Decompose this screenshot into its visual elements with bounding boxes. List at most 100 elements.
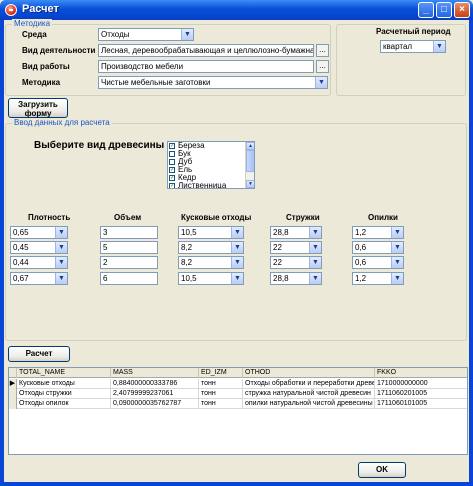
table-cell[interactable]: 0,0900000035762787 xyxy=(111,399,199,409)
header-total-name[interactable]: TOTAL_NAME xyxy=(17,368,111,378)
row-header[interactable] xyxy=(9,399,17,409)
checkbox-checked-icon[interactable]: ✓ xyxy=(169,167,175,173)
chevron-down-icon[interactable]: ▼ xyxy=(391,242,403,253)
table-cell[interactable]: Отходы стружки xyxy=(17,389,111,399)
sreda-label: Среда xyxy=(22,30,47,39)
sawdust-combo[interactable]: 0,6 ▼ xyxy=(352,241,404,254)
close-button[interactable]: × xyxy=(454,2,470,18)
chevron-down-icon[interactable]: ▼ xyxy=(55,227,67,238)
volume-input[interactable]: 2 xyxy=(100,256,158,269)
work-browse-button[interactable]: ... xyxy=(316,60,329,73)
chevron-down-icon[interactable]: ▼ xyxy=(231,227,243,238)
chevron-down-icon[interactable]: ▼ xyxy=(309,273,321,284)
period-combo[interactable]: квартал ▼ xyxy=(380,40,446,53)
chevron-down-icon[interactable]: ▼ xyxy=(55,273,67,284)
chevron-down-icon[interactable]: ▼ xyxy=(231,257,243,268)
volume-input[interactable]: 6 xyxy=(100,272,158,285)
chevron-down-icon[interactable]: ▼ xyxy=(181,29,193,40)
header-fkko[interactable]: FKKO xyxy=(375,368,467,378)
table-row[interactable]: Отходы опилок 0,0900000035762787 тонн опилк… xyxy=(9,399,467,409)
chevron-down-icon[interactable]: ▼ xyxy=(231,273,243,284)
density-value: 0,45 xyxy=(13,243,29,252)
chevron-down-icon[interactable]: ▼ xyxy=(315,77,327,88)
shavings-combo[interactable]: 22 ▼ xyxy=(270,241,322,254)
sreda-combo[interactable]: Отходы ▼ xyxy=(98,28,194,41)
checkbox-icon[interactable] xyxy=(169,159,175,165)
chevron-down-icon[interactable]: ▼ xyxy=(309,257,321,268)
activity-browse-button[interactable]: ... xyxy=(316,44,329,57)
table-cell[interactable]: 1711060101005 xyxy=(375,399,467,409)
table-cell[interactable]: стружка натуральной чистой древесин xyxy=(243,389,375,399)
calc-button[interactable]: Расчет xyxy=(8,346,70,362)
table-cell[interactable]: тонн xyxy=(199,389,243,399)
ok-button[interactable]: OK xyxy=(358,462,406,478)
checkbox-checked-icon[interactable]: ✓ xyxy=(169,183,175,188)
volume-input[interactable]: 5 xyxy=(100,241,158,254)
scroll-thumb[interactable] xyxy=(246,150,254,172)
activity-field[interactable]: Лесная, деревообрабатывающая и целлюлозн… xyxy=(98,44,314,57)
wood-item[interactable]: ✓ Лиственница xyxy=(168,182,254,188)
title-bar[interactable]: Расчет _ □ × xyxy=(0,0,473,20)
shavings-combo[interactable]: 28,8 ▼ xyxy=(270,226,322,239)
minimize-button[interactable]: _ xyxy=(418,2,434,18)
pieces-combo[interactable]: 10,5 ▼ xyxy=(178,226,244,239)
table-cell[interactable]: Отходы обработки и переработки древе xyxy=(243,379,375,389)
table-cell[interactable]: 1710000000000 xyxy=(375,379,467,389)
scroll-up-icon[interactable]: ▲ xyxy=(246,142,254,150)
table-cell[interactable]: тонн xyxy=(199,379,243,389)
table-cell[interactable]: Отходы опилок xyxy=(17,399,111,409)
density-combo[interactable]: 0,44 ▼ xyxy=(10,256,68,269)
shavings-value: 28,8 xyxy=(273,274,289,283)
shavings-combo[interactable]: 28,8 ▼ xyxy=(270,272,322,285)
method-combo[interactable]: Чистые мебельные заготовки ▼ xyxy=(98,76,328,89)
header-mass[interactable]: MASS xyxy=(111,368,199,378)
shavings-combo[interactable]: 22 ▼ xyxy=(270,256,322,269)
chevron-down-icon[interactable]: ▼ xyxy=(391,273,403,284)
results-grid[interactable]: TOTAL_NAME MASS ED_IZM OTHOD FKKO ▶ Куско… xyxy=(8,367,468,455)
chevron-down-icon[interactable]: ▼ xyxy=(309,227,321,238)
header-ed-izm[interactable]: ED_IZM xyxy=(199,368,243,378)
density-combo[interactable]: 0,45 ▼ xyxy=(10,241,68,254)
density-combo[interactable]: 0,67 ▼ xyxy=(10,272,68,285)
volume-input[interactable]: 3 xyxy=(100,226,158,239)
sawdust-combo[interactable]: 1,2 ▼ xyxy=(352,226,404,239)
density-combo[interactable]: 0,65 ▼ xyxy=(10,226,68,239)
chevron-down-icon[interactable]: ▼ xyxy=(309,242,321,253)
table-cell[interactable]: Кусковые отходы xyxy=(17,379,111,389)
wood-checklist[interactable]: ✓ Береза Бук Дуб ✓ Ель ✓ Кедр ✓ Лиственница ▲ ▼ xyxy=(167,141,255,189)
chevron-down-icon[interactable]: ▼ xyxy=(391,227,403,238)
app-icon xyxy=(5,4,17,16)
pieces-combo[interactable]: 8,2 ▼ xyxy=(178,256,244,269)
table-cell[interactable]: тонн xyxy=(199,399,243,409)
wood-scrollbar[interactable]: ▲ ▼ xyxy=(245,142,254,188)
maximize-button[interactable]: □ xyxy=(436,2,452,18)
sawdust-combo[interactable]: 0,6 ▼ xyxy=(352,256,404,269)
table-cell[interactable]: 1711060201005 xyxy=(375,389,467,399)
pieces-combo[interactable]: 10,5 ▼ xyxy=(178,272,244,285)
table-row[interactable]: ▶ Кусковые отходы 0,884000000333786 тонн Отх… xyxy=(9,379,467,389)
row-header[interactable] xyxy=(9,389,17,399)
sawdust-combo[interactable]: 1,2 ▼ xyxy=(352,272,404,285)
checkbox-checked-icon[interactable]: ✓ xyxy=(169,143,175,149)
load-form-button[interactable]: Загрузить форму xyxy=(8,98,68,118)
checkbox-checked-icon[interactable]: ✓ xyxy=(169,175,175,181)
scroll-down-icon[interactable]: ▼ xyxy=(246,180,254,188)
col-volume: Объем xyxy=(114,213,142,222)
chevron-down-icon[interactable]: ▼ xyxy=(231,242,243,253)
checkbox-icon[interactable] xyxy=(169,151,175,157)
chevron-down-icon[interactable]: ▼ xyxy=(391,257,403,268)
table-cell[interactable]: 0,884000000333786 xyxy=(111,379,199,389)
chevron-down-icon[interactable]: ▼ xyxy=(433,41,445,52)
pieces-combo[interactable]: 8,2 ▼ xyxy=(178,241,244,254)
table-cell[interactable]: 2,40799999237061 xyxy=(111,389,199,399)
table-row[interactable]: Отходы стружки 2,40799999237061 тонн стружк… xyxy=(9,389,467,399)
method-label: Методика xyxy=(22,78,61,87)
table-cell[interactable]: опилки натуральной чистой древесины xyxy=(243,399,375,409)
chevron-down-icon[interactable]: ▼ xyxy=(55,242,67,253)
work-field[interactable]: Производство мебели xyxy=(98,60,314,73)
header-othod[interactable]: OTHOD xyxy=(243,368,375,378)
current-row-icon[interactable]: ▶ xyxy=(9,379,17,389)
chevron-down-icon[interactable]: ▼ xyxy=(55,257,67,268)
pieces-value: 8,2 xyxy=(181,258,193,267)
wood-select-label: Выберите вид древесины xyxy=(34,140,165,151)
